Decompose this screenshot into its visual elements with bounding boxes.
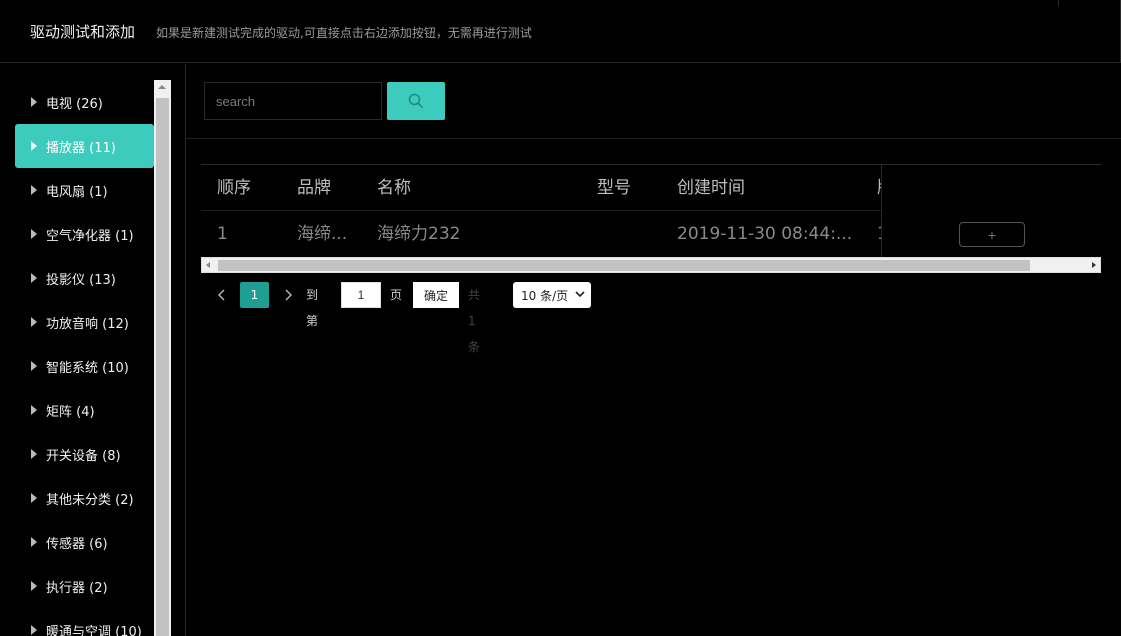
column-header-order: 顺序 <box>217 178 251 198</box>
action-column: + <box>881 165 1102 257</box>
column-header-brand: 品牌 <box>297 178 331 198</box>
sidebar-item-switch-device[interactable]: 开关设备 (8) <box>15 432 154 476</box>
caret-right-icon <box>31 449 37 459</box>
sidebar-item-projector[interactable]: 投影仪 (13) <box>15 256 154 300</box>
page-title: 驱动测试和添加 <box>30 23 136 41</box>
page-header: 驱动测试和添加 如果是新建测试完成的驱动,可直接点击右边添加按钮，无需再进行测试 <box>0 0 1121 63</box>
sidebar-item-label: 矩阵 (4) <box>46 404 95 420</box>
table-horizontal-scrollbar[interactable] <box>201 257 1101 273</box>
cell-brand: 海缔... <box>297 224 348 244</box>
sidebar-item-actuator[interactable]: 执行器 (2) <box>15 564 154 608</box>
column-header-name: 名称 <box>377 178 411 198</box>
cell-created: 2019-11-30 08:44:... <box>677 224 853 244</box>
sidebar-item-tv[interactable]: 电视 (26) <box>15 80 154 124</box>
header-divider <box>1058 0 1059 6</box>
cell-name: 海缔力232 <box>377 224 461 244</box>
sidebar-item-label: 电视 (26) <box>46 96 103 112</box>
sidebar-item-label: 功放音响 (12) <box>46 316 129 332</box>
category-list: 电视 (26) 播放器 (11) 电风扇 (1) 空气净化器 (1) 投影仪 (… <box>15 80 154 636</box>
sidebar-item-label: 电风扇 (1) <box>46 184 108 200</box>
caret-right-icon <box>31 625 37 635</box>
caret-right-icon <box>31 493 37 503</box>
sidebar-item-label: 投影仪 (13) <box>46 272 116 288</box>
sidebar-item-amplifier[interactable]: 功放音响 (12) <box>15 300 154 344</box>
sidebar-item-label: 智能系统 (10) <box>46 360 129 376</box>
sidebar-item-label: 播放器 (11) <box>46 140 116 156</box>
scroll-left-icon[interactable] <box>206 262 210 268</box>
sidebar-item-label: 执行器 (2) <box>46 580 108 596</box>
page-size-select[interactable]: 10 条/页 <box>513 282 591 308</box>
sidebar-item-sensor[interactable]: 传感器 (6) <box>15 520 154 564</box>
category-sidebar: 电视 (26) 播放器 (11) 电风扇 (1) 空气净化器 (1) 投影仪 (… <box>0 64 186 636</box>
total-count: 共 1 条 <box>468 288 481 354</box>
page-number-current[interactable]: 1 <box>240 282 269 308</box>
page-subtitle: 如果是新建测试完成的驱动,可直接点击右边添加按钮，无需再进行测试 <box>156 26 532 40</box>
scroll-right-icon[interactable] <box>1092 262 1096 268</box>
add-driver-button[interactable]: + <box>959 222 1025 247</box>
scrollbar-thumb[interactable] <box>218 260 1030 271</box>
sidebar-scrollbar[interactable] <box>154 80 171 636</box>
caret-right-icon <box>31 185 37 195</box>
column-header-model: 型号 <box>597 178 631 198</box>
sidebar-item-smart-system[interactable]: 智能系统 (10) <box>15 344 154 388</box>
caret-right-icon <box>31 405 37 415</box>
column-header-created: 创建时间 <box>677 178 745 198</box>
goto-page-input[interactable] <box>341 282 381 308</box>
sidebar-item-label: 暖通与空调 (10) <box>46 624 142 636</box>
next-page-button[interactable] <box>281 282 295 308</box>
main-content: 顺序 品牌 名称 型号 创建时间 1 海缔... 海缔力232 2019-11-… <box>186 64 1121 636</box>
caret-right-icon <box>31 361 37 371</box>
caret-right-icon <box>31 581 37 591</box>
goto-label: 到第 <box>306 288 319 328</box>
caret-right-icon <box>31 537 37 547</box>
caret-right-icon <box>31 273 37 283</box>
page-size-value: 10 条/页 <box>521 288 569 303</box>
sidebar-item-air-purifier[interactable]: 空气净化器 (1) <box>15 212 154 256</box>
sidebar-item-label: 开关设备 (8) <box>46 448 121 464</box>
caret-right-icon <box>31 141 37 151</box>
sidebar-item-player[interactable]: 播放器 (11) <box>15 124 154 168</box>
caret-right-icon <box>31 317 37 327</box>
sidebar-item-label: 空气净化器 (1) <box>46 228 134 244</box>
chevron-right-icon <box>285 289 292 301</box>
confirm-goto-button[interactable]: 确定 <box>413 282 459 308</box>
cell-order: 1 <box>217 224 228 244</box>
search-input[interactable] <box>204 82 382 120</box>
driver-table: 顺序 品牌 名称 型号 创建时间 1 海缔... 海缔力232 2019-11-… <box>201 164 1102 257</box>
sidebar-item-fan[interactable]: 电风扇 (1) <box>15 168 154 212</box>
sidebar-item-label: 其他未分类 (2) <box>46 492 134 508</box>
sidebar-item-uncategorized[interactable]: 其他未分类 (2) <box>15 476 154 520</box>
sidebar-item-matrix[interactable]: 矩阵 (4) <box>15 388 154 432</box>
caret-right-icon <box>31 97 37 107</box>
chevron-left-icon <box>218 289 225 301</box>
sidebar-item-label: 传感器 (6) <box>46 536 108 552</box>
prev-page-button[interactable] <box>215 282 229 308</box>
scrollbar-thumb[interactable] <box>156 98 169 636</box>
chevron-down-icon <box>575 291 585 298</box>
caret-right-icon <box>31 229 37 239</box>
page-unit-label: 页 <box>390 288 403 302</box>
sidebar-item-hvac[interactable]: 暖通与空调 (10) <box>15 608 154 636</box>
scroll-up-icon[interactable] <box>158 85 166 89</box>
search-button[interactable] <box>387 82 445 120</box>
search-bar <box>186 64 1121 139</box>
search-icon <box>408 93 424 109</box>
